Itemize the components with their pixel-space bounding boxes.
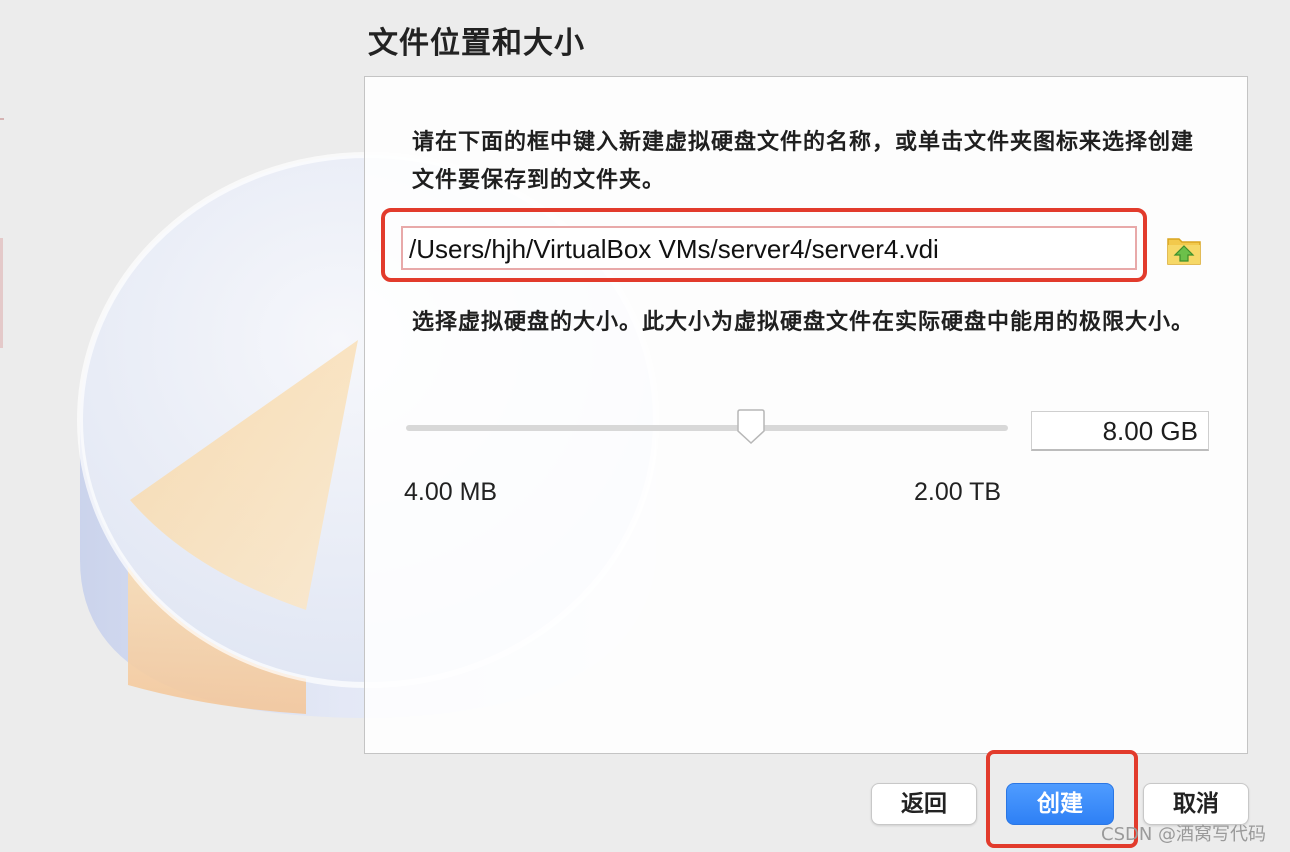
back-button[interactable]: 返回 [871,783,977,825]
size-slider-thumb[interactable] [735,409,767,445]
size-max-label: 2.00 TB [914,478,1002,506]
size-value-field[interactable]: 8.00 GB [1031,411,1209,451]
cancel-button[interactable]: 取消 [1143,783,1249,825]
window-edge-mark [0,118,4,120]
size-min-label: 4.00 MB [404,478,498,506]
window-edge-mark [0,238,3,348]
size-description: 选择虚拟硬盘的大小。此大小为虚拟硬盘文件在实际硬盘中能用的极限大小。 [412,310,1195,335]
size-slider-track[interactable] [406,425,1008,431]
page-title: 文件位置和大小 [368,26,585,61]
folder-open-icon[interactable] [1165,232,1203,268]
file-path-input[interactable]: /Users/hjh/VirtualBox VMs/server4/server… [401,226,1137,270]
watermark: CSDN @酒窝写代码 [1101,824,1267,845]
location-description: 请在下面的框中键入新建虚拟硬盘文件的名称，或单击文件夹图标来选择创建文件要保存到… [412,130,1195,193]
